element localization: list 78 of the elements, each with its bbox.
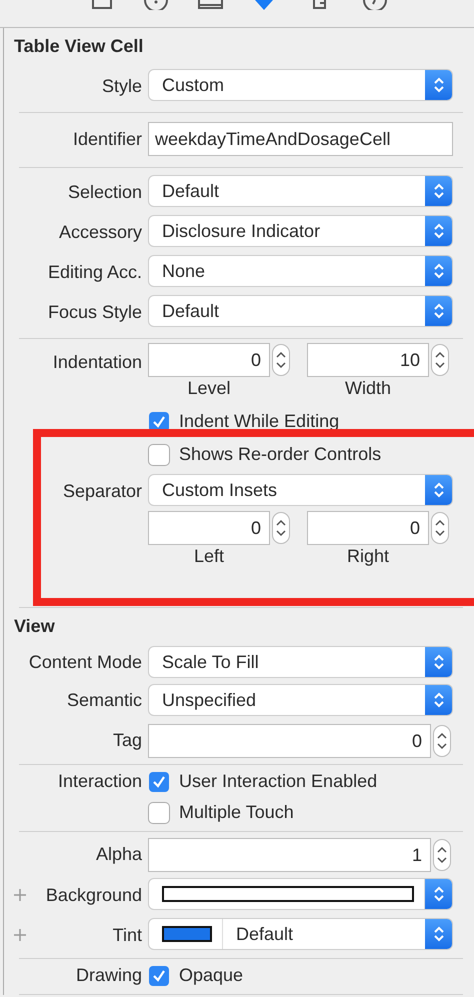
checkbox-label: User Interaction Enabled: [179, 771, 378, 792]
chevron-updown-icon: [425, 176, 452, 206]
checkmark-icon: [152, 414, 166, 428]
chevron-updown-icon: [274, 349, 288, 371]
checkbox[interactable]: [149, 772, 169, 792]
checkbox-label: Multiple Touch: [179, 802, 294, 823]
popup-button[interactable]: Default: [149, 176, 452, 206]
popup-button[interactable]: Custom Insets: [149, 475, 452, 505]
window-icon[interactable]: [198, 0, 223, 10]
chevron-updown-icon: [425, 256, 452, 286]
stepper[interactable]: [434, 840, 450, 870]
stepper[interactable]: [273, 345, 289, 375]
document-icon[interactable]: [313, 0, 326, 10]
popup-button[interactable]: Default: [149, 296, 452, 326]
chevron-updown-icon: [425, 70, 452, 100]
stepper[interactable]: [432, 345, 448, 375]
field-label: Background: [46, 884, 142, 906]
field-caption: Right: [346, 546, 390, 566]
checkmark-icon: [152, 774, 166, 788]
number-field[interactable]: 1: [149, 839, 430, 871]
color-popup-button[interactable]: Default: [149, 919, 452, 949]
chevron-updown-icon: [435, 844, 449, 866]
field-label: Focus Style: [48, 302, 142, 322]
pin-icon[interactable]: [255, 0, 273, 10]
stepper[interactable]: [273, 513, 289, 543]
field-label: Tag: [112, 730, 142, 750]
popup-button[interactable]: None: [149, 256, 452, 286]
popup-button[interactable]: Scale To Fill: [149, 647, 452, 677]
field-label: Selection: [68, 182, 142, 202]
field-label: Alpha: [96, 844, 142, 864]
popup-button[interactable]: Custom: [149, 70, 452, 100]
chevron-updown-icon: [433, 517, 447, 539]
checkbox[interactable]: [149, 966, 169, 986]
info-icon[interactable]: [144, 0, 168, 10]
chevron-updown-icon: [425, 879, 452, 909]
chevron-updown-icon: [425, 647, 452, 677]
field-label: Drawing: [76, 965, 142, 986]
section-title: View: [13, 615, 56, 638]
stepper[interactable]: [434, 726, 450, 756]
checkbox[interactable]: [149, 802, 169, 822]
field-label: Separator: [62, 480, 142, 502]
stepper[interactable]: [432, 513, 448, 543]
number-field[interactable]: 0: [149, 344, 269, 376]
chevron-updown-icon: [425, 685, 452, 715]
chevron-updown-icon: [425, 475, 452, 505]
chevron-updown-icon: [274, 517, 288, 539]
chevron-updown-icon: [425, 919, 452, 949]
checkbox-label: Opaque: [179, 965, 244, 986]
number-field[interactable]: 10: [308, 344, 428, 376]
number-field[interactable]: 0: [308, 512, 428, 544]
field-label: Identifier: [72, 128, 142, 150]
checkbox[interactable]: [149, 444, 169, 464]
number-field[interactable]: 0: [149, 725, 430, 757]
field-label: Indentation: [52, 352, 142, 372]
checkbox[interactable]: [149, 412, 169, 432]
field-caption: Width: [344, 378, 391, 398]
text-field[interactable]: weekdayTimeAndDosageCell: [149, 123, 452, 155]
field-label: Style: [102, 76, 142, 96]
chevron-updown-icon: [425, 216, 452, 246]
field-label: Interaction: [58, 771, 142, 792]
color-popup-button[interactable]: [149, 879, 452, 909]
chevron-updown-icon: [435, 730, 449, 752]
field-label: Semantic: [66, 690, 142, 710]
popup-button[interactable]: Unspecified: [149, 685, 452, 715]
number-field[interactable]: 0: [149, 512, 269, 544]
chevron-updown-icon: [433, 349, 447, 371]
field-caption: Left: [194, 546, 224, 566]
checkmark-icon: [152, 968, 166, 982]
checkbox-label: Shows Re-order Controls: [179, 444, 382, 465]
checkbox-label: Indent While Editing: [179, 411, 340, 432]
popup-button[interactable]: Disclosure Indicator: [149, 216, 452, 246]
field-label: Tint: [112, 924, 142, 946]
field-label: Editing Acc.: [48, 262, 142, 282]
section-title: Table View Cell: [13, 35, 144, 58]
chevron-updown-icon: [425, 296, 452, 326]
field-label: Accessory: [58, 222, 142, 242]
field-caption: Level: [187, 378, 231, 398]
field-label: Content Mode: [28, 652, 142, 672]
